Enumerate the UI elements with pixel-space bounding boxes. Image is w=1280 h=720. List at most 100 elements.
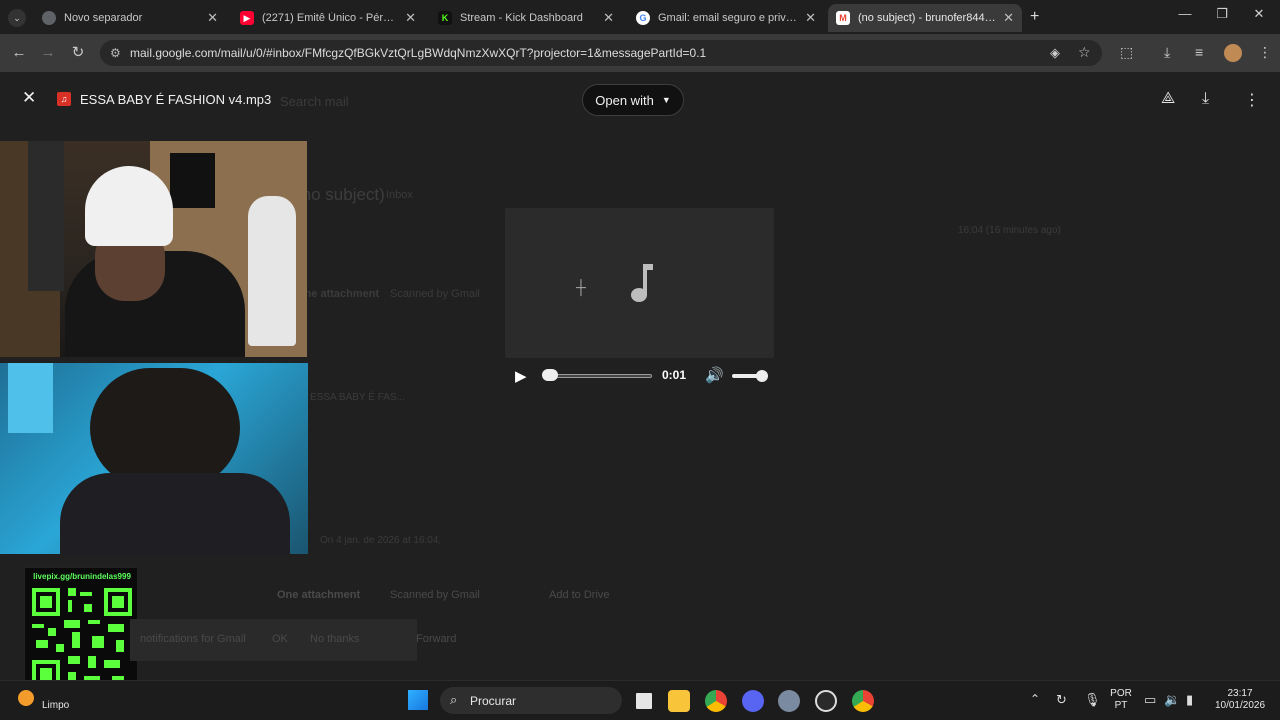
scanned-label-2: Scanned by Gmail bbox=[390, 589, 480, 601]
play-button[interactable]: ▶ bbox=[515, 367, 527, 385]
windows-start-icon[interactable] bbox=[408, 690, 428, 710]
gmail-icon: M bbox=[836, 11, 850, 25]
file-name: ESSA BABY É FASHION v4.mp3 bbox=[80, 92, 272, 107]
tab-gmail-message[interactable]: M (no subject) - brunofer8449@gm ✕ bbox=[828, 4, 1022, 32]
extensions-icon[interactable]: ⬚ bbox=[1120, 44, 1133, 61]
download-icon[interactable]: ⤓ bbox=[1202, 90, 1209, 108]
close-window-button[interactable]: ✕ bbox=[1244, 6, 1274, 28]
attachment-count: One attachment bbox=[296, 288, 380, 300]
bookmark-star-icon[interactable]: ☆ bbox=[1078, 44, 1091, 61]
microphone-icon[interactable]: 🎙 bbox=[1084, 692, 1101, 708]
tab-strip: ⌄ Novo separador ✕ ▶ (2271) Emitê Único … bbox=[0, 0, 1280, 34]
poster-background bbox=[170, 153, 215, 208]
toast-text: notifications for Gmail bbox=[140, 633, 246, 645]
hanging-jacket bbox=[248, 196, 296, 346]
media-control-icon[interactable]: ≡ bbox=[1195, 44, 1203, 60]
obs-icon[interactable] bbox=[815, 690, 837, 712]
seek-bar[interactable] bbox=[544, 374, 652, 378]
message-time: 16:04 (16 minutes ago) bbox=[958, 225, 1061, 236]
minimize-button[interactable]: — bbox=[1170, 6, 1200, 28]
back-button[interactable]: ← bbox=[8, 42, 30, 64]
search-label: Procurar bbox=[470, 693, 517, 708]
person-body bbox=[60, 473, 290, 554]
notifications-toast: notifications for Gmail OK No thanks bbox=[130, 619, 417, 661]
tray-overflow-icon[interactable]: ⌃ bbox=[1030, 692, 1040, 706]
toast-ok-button[interactable]: OK bbox=[272, 633, 288, 645]
more-menu-icon[interactable]: ⋮ bbox=[1258, 44, 1272, 61]
file-explorer-icon[interactable] bbox=[668, 690, 690, 712]
sync-icon[interactable]: ↻ bbox=[1056, 692, 1067, 708]
profile-avatar[interactable] bbox=[1224, 44, 1242, 62]
google-icon: G bbox=[636, 11, 650, 25]
tab-youtube[interactable]: ▶ (2271) Emitê Único - Pérolas (O ✕ bbox=[232, 4, 424, 32]
qr-label: livepix.gg/brunindelas999 bbox=[33, 572, 131, 581]
weather-icon[interactable] bbox=[18, 690, 34, 706]
volume-icon[interactable]: 🔊 bbox=[705, 366, 724, 384]
task-view-icon[interactable] bbox=[633, 690, 655, 712]
chrome-icon[interactable] bbox=[705, 690, 727, 712]
email-subject: (no subject) bbox=[296, 185, 385, 204]
install-app-icon[interactable]: ◈ bbox=[1050, 45, 1060, 61]
livepix-qr-overlay: livepix.gg/brunindelas999 bbox=[24, 567, 138, 693]
taskbar-search[interactable]: ⌕ Procurar bbox=[440, 687, 622, 714]
white-cap bbox=[85, 166, 173, 246]
qr-code-icon bbox=[32, 588, 132, 688]
cursor-crosshair-icon: ┼ bbox=[576, 279, 586, 295]
clock-date: 10/01/2026 bbox=[1214, 700, 1266, 711]
chrome-icon bbox=[42, 11, 56, 25]
forward-button[interactable]: → bbox=[37, 42, 59, 64]
playback-time: 0:01 bbox=[662, 368, 687, 382]
clock[interactable]: 23:17 10/01/2026 bbox=[1206, 688, 1274, 712]
weather-label: Limpo bbox=[42, 700, 70, 711]
tab-new-tab[interactable]: Novo separador ✕ bbox=[34, 4, 226, 32]
toast-no-thanks-button[interactable]: No thanks bbox=[310, 633, 360, 645]
audio-player[interactable] bbox=[505, 208, 774, 358]
reload-button[interactable]: ↻ bbox=[67, 42, 89, 64]
tab-label: Stream - Kick Dashboard bbox=[460, 12, 583, 24]
download-icon[interactable]: ⤓ bbox=[1164, 44, 1170, 61]
close-viewer-icon[interactable]: ✕ bbox=[22, 88, 36, 108]
tab-search-button[interactable]: ⌄ bbox=[8, 9, 26, 27]
tab-kick[interactable]: K Stream - Kick Dashboard ✕ bbox=[430, 4, 622, 32]
close-icon[interactable]: ✕ bbox=[207, 10, 218, 26]
seek-handle[interactable] bbox=[542, 369, 558, 381]
discord-icon[interactable] bbox=[742, 690, 764, 712]
site-info-icon[interactable]: ⚙ bbox=[110, 46, 121, 60]
open-with-label: Open with bbox=[595, 92, 654, 108]
audio-file-icon: ♫ bbox=[57, 92, 71, 106]
attachment-chip: ESSA BABY É FAS... bbox=[310, 392, 405, 403]
add-to-drive: Add to Drive bbox=[549, 589, 610, 601]
tab-gmail-home[interactable]: G Gmail: email seguro e privado d ✕ bbox=[628, 4, 824, 32]
language-line1: POR bbox=[1110, 688, 1132, 699]
maximize-button[interactable]: ❐ bbox=[1207, 6, 1237, 28]
inbox-chip: Inbox bbox=[386, 189, 413, 201]
tab-label: (2271) Emitê Único - Pérolas (O bbox=[262, 12, 399, 24]
language-indicator[interactable]: POR PT bbox=[1108, 688, 1134, 712]
chevron-down-icon: ▼ bbox=[661, 95, 671, 105]
window-background bbox=[8, 363, 53, 433]
open-with-button[interactable]: Open with ▼ bbox=[582, 84, 684, 116]
close-icon[interactable]: ✕ bbox=[405, 10, 416, 26]
more-options-icon[interactable]: ⋮ bbox=[1244, 90, 1260, 110]
address-bar[interactable]: ⚙ mail.google.com/mail/u/0/#inbox/FMfcgz… bbox=[100, 40, 1102, 66]
search-icon: ⌕ bbox=[450, 692, 458, 707]
banner-background bbox=[28, 141, 64, 291]
volume-handle[interactable] bbox=[756, 370, 768, 382]
close-icon[interactable]: ✕ bbox=[805, 10, 816, 26]
add-to-drive-icon[interactable]: ⟁ bbox=[1161, 90, 1175, 108]
attachment-count-2: One attachment bbox=[277, 589, 361, 601]
settings-icon[interactable] bbox=[778, 690, 800, 712]
webcam-overlay-bottom bbox=[0, 363, 308, 554]
chrome-alt-icon[interactable] bbox=[852, 690, 874, 712]
close-icon[interactable]: ✕ bbox=[1003, 10, 1014, 26]
browser-toolbar: ← → ↻ ⚙ mail.google.com/mail/u/0/#inbox/… bbox=[0, 34, 1280, 72]
tab-label: Gmail: email seguro e privado d bbox=[658, 12, 800, 24]
new-tab-button[interactable]: + bbox=[1030, 8, 1039, 26]
network-icon[interactable]: ▭ bbox=[1144, 692, 1156, 708]
close-icon[interactable]: ✕ bbox=[603, 10, 614, 26]
speaker-icon[interactable]: 🔉 bbox=[1164, 692, 1180, 708]
language-line2: PT bbox=[1114, 700, 1128, 711]
youtube-icon: ▶ bbox=[240, 11, 254, 25]
battery-icon[interactable]: ▮ bbox=[1186, 692, 1193, 708]
music-note-icon bbox=[631, 264, 653, 302]
